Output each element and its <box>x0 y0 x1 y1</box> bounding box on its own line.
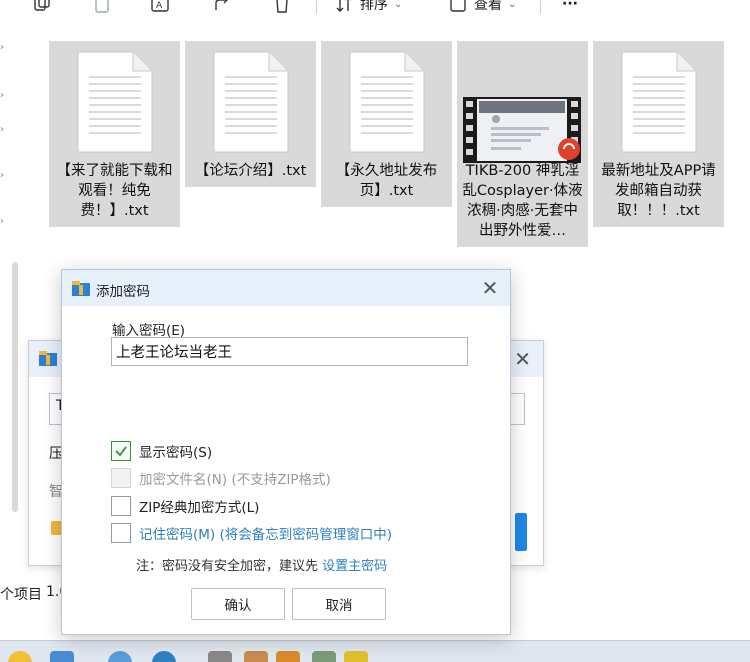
trash-icon <box>276 0 288 13</box>
checkbox-label: 记住密码(M) (将会备忘到密码管理窗口中) <box>139 527 393 543</box>
password-input[interactable] <box>111 337 468 366</box>
navigation-scrollbar[interactable] <box>12 262 18 512</box>
text-file-icon <box>213 51 289 153</box>
security-note: 注：密码没有安全加密，建议先 设置主密码 <box>136 555 387 574</box>
close-icon[interactable]: ✕ <box>480 278 500 298</box>
share-button[interactable] <box>212 0 232 16</box>
note-text: 注：密码没有安全加密，建议先 <box>136 559 323 574</box>
file-name: 【永久地址发布页】.txt <box>335 163 438 199</box>
monitor-app-icon[interactable] <box>50 651 74 662</box>
copy-icon <box>34 0 50 11</box>
quote-app-icon[interactable] <box>208 651 232 662</box>
chevron-right-icon[interactable]: › <box>0 124 4 135</box>
dialog-titlebar: 添加密码 ✕ <box>62 270 510 306</box>
sort-button[interactable]: 排序 ⌄ <box>334 0 402 16</box>
clip-app-icon[interactable] <box>108 651 132 662</box>
archive-app-icon <box>39 351 57 366</box>
checkbox-label: 显示密码(S) <box>139 445 213 461</box>
chevron-right-icon[interactable]: › <box>0 42 4 53</box>
file-name: 【来了就能下载和观看！纯免费！】.txt <box>56 163 173 219</box>
add-password-dialog: 添加密码 ✕ 输入密码(E) 显示密码(S) 加密文件名(N) (不支持ZIP格… <box>61 269 511 635</box>
paste-button[interactable] <box>92 0 112 16</box>
file-name: TIKB-200 神乳淫乱Cosplayer·体液浓稠·肉感·无套中出野外性爱… <box>462 163 583 239</box>
view-label: 查看 <box>474 0 502 13</box>
dialog-title: 添加密码 <box>96 284 150 300</box>
chevron-right-icon[interactable]: › <box>0 90 4 101</box>
set-master-password-link[interactable]: 设置主密码 <box>322 559 387 574</box>
text-file-icon <box>77 51 153 153</box>
toolbar: A 排序 ⌄ 查看 ⌄ ··· <box>0 0 750 18</box>
checkbox-box[interactable] <box>111 441 131 461</box>
file-name: 最新地址及APP请发邮箱自动获取！！！.txt <box>601 163 716 219</box>
chevron-down-icon: ⌄ <box>508 0 517 10</box>
toolbar-separator <box>316 0 317 14</box>
checkmark-icon <box>115 446 127 457</box>
document-app-icon[interactable] <box>344 651 368 662</box>
emoji-app-icon[interactable] <box>8 651 32 662</box>
encrypt-filenames-checkbox: 加密文件名(N) (不支持ZIP格式) <box>111 468 331 488</box>
browser-app-icon[interactable] <box>152 651 176 662</box>
archive-app-icon <box>72 281 90 296</box>
tool-app-icon[interactable] <box>244 651 268 662</box>
delete-button[interactable] <box>272 0 292 16</box>
archive-app-icon[interactable] <box>276 651 300 662</box>
password-label: 输入密码(E) <box>112 323 186 339</box>
video-file-icon <box>463 97 581 163</box>
file-item[interactable]: 【永久地址发布页】.txt <box>321 41 452 207</box>
remember-password-checkbox[interactable]: 记住密码(M) (将会备忘到密码管理窗口中) <box>111 523 392 543</box>
checkbox-box <box>111 468 131 488</box>
checkbox-box[interactable] <box>111 523 131 543</box>
file-item[interactable]: 最新地址及APP请发邮箱自动获取！！！.txt <box>593 41 724 227</box>
file-name: 【论坛介绍】.txt <box>194 163 307 179</box>
checkbox-label: ZIP经典加密方式(L) <box>139 500 260 516</box>
file-item[interactable]: 【来了就能下载和观看！纯免费！】.txt <box>49 41 180 227</box>
more-options-button[interactable]: ··· <box>562 0 578 16</box>
toolbar-separator <box>540 0 541 14</box>
text-file-icon <box>621 51 697 153</box>
more-icon: ··· <box>562 0 578 12</box>
close-icon[interactable]: ✕ <box>514 347 531 371</box>
text-file-icon <box>349 51 425 153</box>
sort-icon <box>336 0 351 12</box>
sort-label: 排序 <box>360 0 388 13</box>
view-button[interactable]: 查看 ⌄ <box>448 0 516 16</box>
copy-button[interactable] <box>32 0 52 16</box>
paste-icon <box>95 0 109 13</box>
share-icon <box>215 0 228 10</box>
ok-button[interactable]: 确认 <box>191 588 285 620</box>
file-item[interactable]: TIKB-200 神乳淫乱Cosplayer·体液浓稠·肉感·无套中出野外性爱… <box>457 41 588 247</box>
grid-app-icon[interactable] <box>312 651 336 662</box>
cancel-button[interactable]: 取消 <box>292 588 386 620</box>
chevron-right-icon[interactable]: › <box>0 216 4 227</box>
svg-text:A: A <box>156 1 163 11</box>
show-password-checkbox[interactable]: 显示密码(S) <box>111 441 212 461</box>
chevron-right-icon[interactable]: › <box>0 170 4 181</box>
rename-icon: A <box>151 0 169 12</box>
checkbox-label: 加密文件名(N) (不支持ZIP格式) <box>139 472 331 488</box>
background-primary-button[interactable] <box>515 513 527 551</box>
chevron-down-icon: ⌄ <box>394 0 403 10</box>
taskbar <box>0 640 750 662</box>
file-item[interactable]: 【论坛介绍】.txt <box>185 41 316 187</box>
zip-classic-encryption-checkbox[interactable]: ZIP经典加密方式(L) <box>111 496 259 516</box>
rename-button[interactable]: A <box>150 0 170 16</box>
checkbox-box[interactable] <box>111 496 131 516</box>
view-icon <box>450 0 466 12</box>
item-count: 个项目 <box>0 587 42 603</box>
